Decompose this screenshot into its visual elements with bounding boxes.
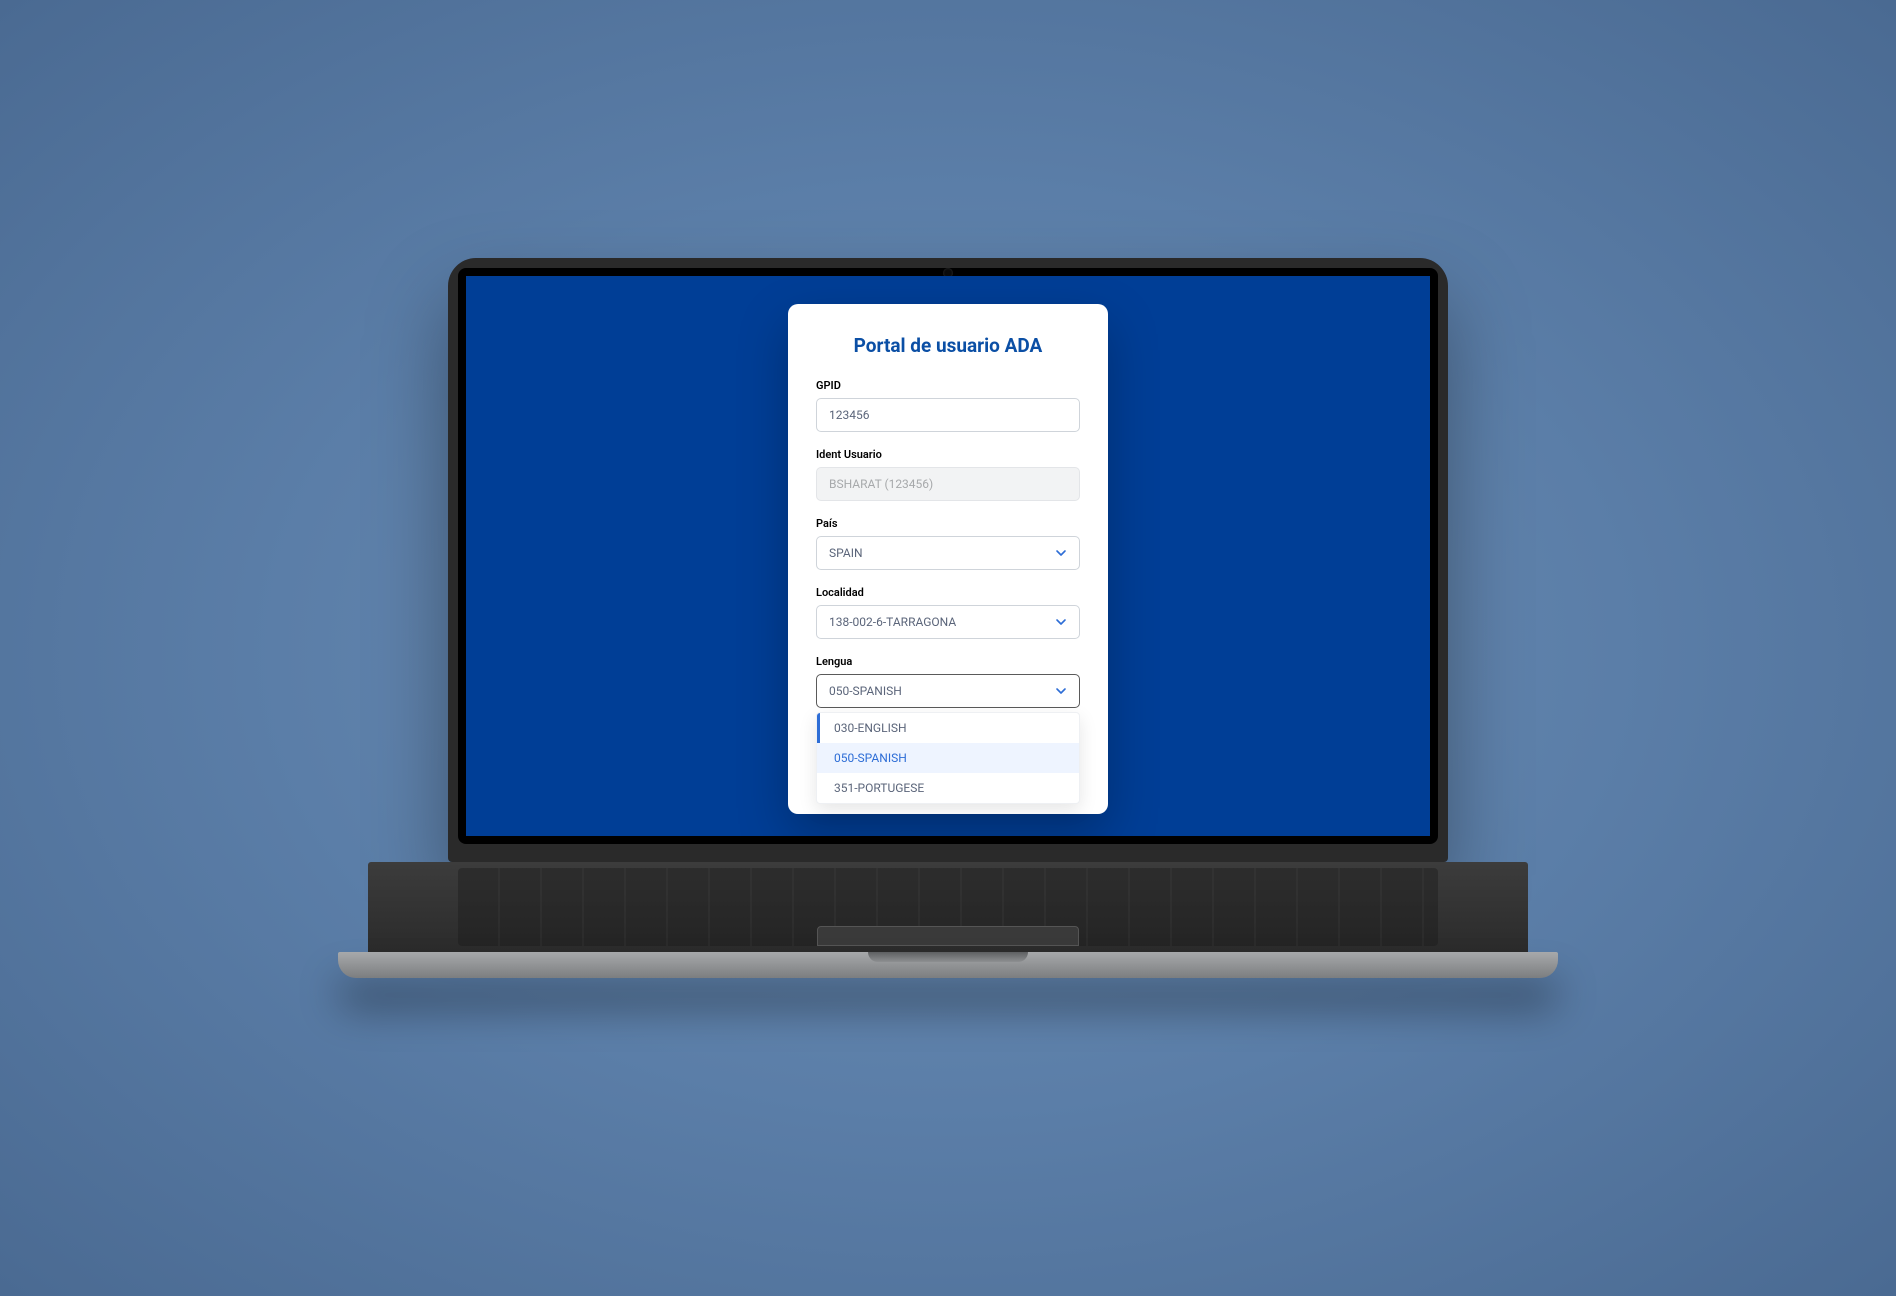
login-card: Portal de usuario ADA GPID 123456 Ident … [788, 304, 1108, 814]
lengua-option-english[interactable]: 030-ENGLISH [817, 713, 1079, 743]
lengua-dropdown: 030-ENGLISH 050-SPANISH 351-PORTUGESE [816, 712, 1080, 804]
lengua-value: 050-SPANISH [829, 684, 902, 698]
gpid-input[interactable]: 123456 [816, 398, 1080, 432]
chevron-down-icon [1055, 685, 1067, 697]
laptop-mockup: Portal de usuario ADA GPID 123456 Ident … [448, 258, 1448, 978]
lengua-option-portugese[interactable]: 351-PORTUGESE [817, 773, 1079, 803]
laptop-screen-frame: Portal de usuario ADA GPID 123456 Ident … [458, 268, 1438, 844]
ident-value: BSHARAT (123456) [829, 477, 933, 491]
gpid-label: GPID [816, 379, 1080, 392]
pais-label: País [816, 517, 1080, 530]
laptop-bezel: Portal de usuario ADA GPID 123456 Ident … [448, 258, 1448, 862]
ident-label: Ident Usuario [816, 448, 1080, 461]
localidad-value: 138-002-6-TARRAGONA [829, 615, 956, 629]
field-lengua: Lengua 050-SPANISH 030-ENGLISH 050-SPANI… [816, 655, 1080, 804]
laptop-base [338, 952, 1558, 978]
pais-value: SPAIN [829, 546, 863, 560]
lengua-label: Lengua [816, 655, 1080, 668]
field-gpid: GPID 123456 [816, 379, 1080, 432]
field-pais: País SPAIN [816, 517, 1080, 570]
localidad-select[interactable]: 138-002-6-TARRAGONA [816, 605, 1080, 639]
field-localidad: Localidad 138-002-6-TARRAGONA [816, 586, 1080, 639]
portal-title: Portal de usuario ADA [816, 334, 1080, 357]
localidad-label: Localidad [816, 586, 1080, 599]
laptop-keyboard [368, 862, 1528, 952]
pais-select[interactable]: SPAIN [816, 536, 1080, 570]
chevron-down-icon [1055, 616, 1067, 628]
ident-input: BSHARAT (123456) [816, 467, 1080, 501]
lengua-option-spanish[interactable]: 050-SPANISH [817, 743, 1079, 773]
field-ident: Ident Usuario BSHARAT (123456) [816, 448, 1080, 501]
laptop-screen: Portal de usuario ADA GPID 123456 Ident … [466, 276, 1430, 836]
gpid-value: 123456 [829, 408, 869, 422]
chevron-down-icon [1055, 547, 1067, 559]
laptop-trackpad [817, 926, 1079, 946]
lengua-select[interactable]: 050-SPANISH [816, 674, 1080, 708]
